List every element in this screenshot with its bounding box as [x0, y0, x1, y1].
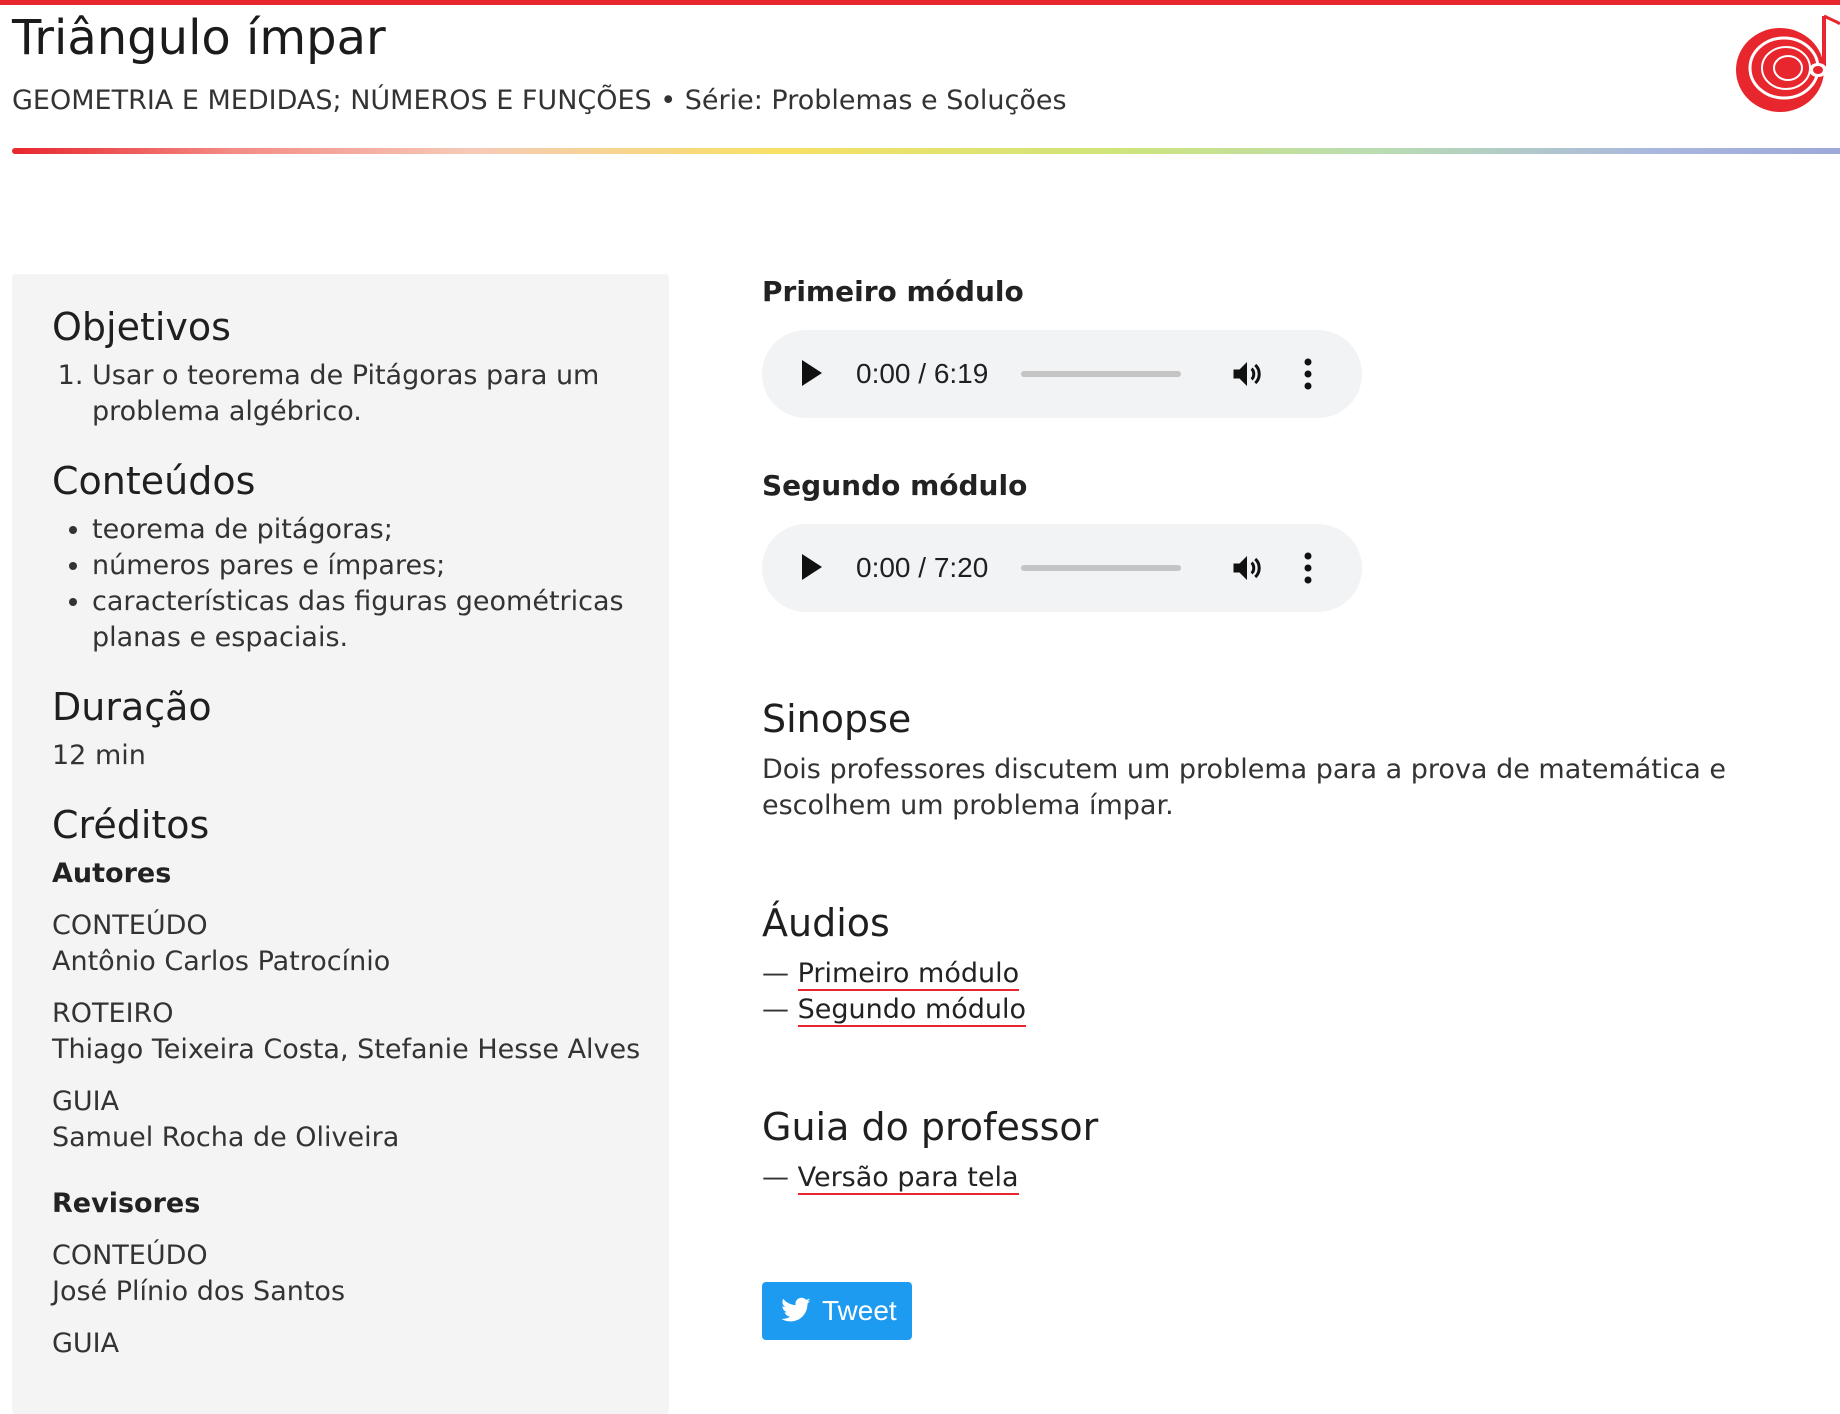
audio-link-primeiro[interactable]: Primeiro módulo	[797, 958, 1020, 991]
twitter-bird-icon	[781, 1297, 811, 1322]
dash: —	[762, 958, 789, 989]
volume-icon[interactable]	[1229, 550, 1265, 586]
audio-player[interactable]: 0:00 / 6:19	[762, 330, 1362, 418]
seek-slider[interactable]	[1021, 565, 1181, 571]
volume-icon[interactable]	[1229, 356, 1265, 392]
site-logo-icon[interactable]	[1728, 8, 1840, 120]
player-time: 0:00 / 7:20	[856, 552, 989, 583]
audio-link-segundo[interactable]: Segundo módulo	[797, 994, 1027, 1027]
credit-role: CONTEÚDO	[52, 1240, 208, 1271]
credit-role: CONTEÚDO	[52, 910, 208, 941]
page-title: Triângulo ímpar	[12, 10, 386, 66]
sinopse-text: Dois professores discutem um problema pa…	[762, 754, 1726, 821]
audio-player[interactable]: 0:00 / 7:20	[762, 524, 1362, 612]
player-time: 0:00 / 6:19	[856, 358, 989, 389]
play-icon[interactable]	[802, 360, 822, 386]
list-item: características das figuras geométricas …	[92, 584, 652, 656]
guia-title: Guia do professor	[762, 1105, 1099, 1149]
dash: —	[762, 994, 789, 1025]
dash: —	[762, 1162, 789, 1193]
tweet-label: Tweet	[822, 1295, 897, 1326]
credit-name: Samuel Rocha de Oliveira	[52, 1122, 400, 1153]
objetivos-title: Objetivos	[52, 305, 231, 349]
list-item: números pares e ímpares;	[92, 548, 652, 584]
credit-role: GUIA	[52, 1086, 120, 1117]
conteudos-list: teorema de pitágoras; números pares e ím…	[52, 512, 652, 656]
list-item: Usar o teorema de Pitágoras para um prob…	[92, 358, 652, 430]
top-accent-bar	[0, 0, 1840, 5]
autores-heading: Autores	[52, 858, 172, 889]
sidebar-panel: Objetivos Usar o teorema de Pitágoras pa…	[12, 274, 669, 1414]
credit-role: ROTEIRO	[52, 998, 174, 1029]
duracao-value: 12 min	[52, 740, 146, 771]
guia-link-row: — Versão para tela	[762, 1160, 1098, 1196]
credit-name: José Plínio dos Santos	[52, 1276, 346, 1307]
audio-link-row: — Segundo módulo	[762, 992, 1027, 1028]
player-label-segundo: Segundo módulo	[762, 469, 1028, 502]
seek-slider[interactable]	[1021, 371, 1181, 377]
credit-role: GUIA	[52, 1328, 120, 1359]
more-options-icon[interactable]	[1302, 356, 1314, 392]
credit-name: Antônio Carlos Patrocínio	[52, 946, 391, 977]
guia-link-tela[interactable]: Versão para tela	[797, 1162, 1019, 1195]
creditos-title: Créditos	[52, 803, 210, 847]
objetivos-list: Usar o teorema de Pitágoras para um prob…	[52, 358, 652, 430]
duracao-title: Duração	[52, 685, 212, 729]
credit-name: Thiago Teixeira Costa, Stefanie Hesse Al…	[52, 1034, 641, 1065]
sinopse-title: Sinopse	[762, 697, 912, 741]
play-icon[interactable]	[802, 554, 822, 580]
list-item: teorema de pitágoras;	[92, 512, 652, 548]
player-label-primeiro: Primeiro módulo	[762, 275, 1024, 308]
revisores-heading: Revisores	[52, 1188, 201, 1219]
rainbow-divider	[12, 148, 1840, 154]
page-subtitle: GEOMETRIA E MEDIDAS; NÚMEROS E FUNÇÕES •…	[12, 85, 1067, 116]
audio-link-row: — Primeiro módulo	[762, 956, 1026, 992]
more-options-icon[interactable]	[1302, 550, 1314, 586]
conteudos-title: Conteúdos	[52, 459, 256, 503]
audios-title: Áudios	[762, 901, 890, 945]
tweet-button[interactable]: Tweet	[762, 1282, 912, 1340]
